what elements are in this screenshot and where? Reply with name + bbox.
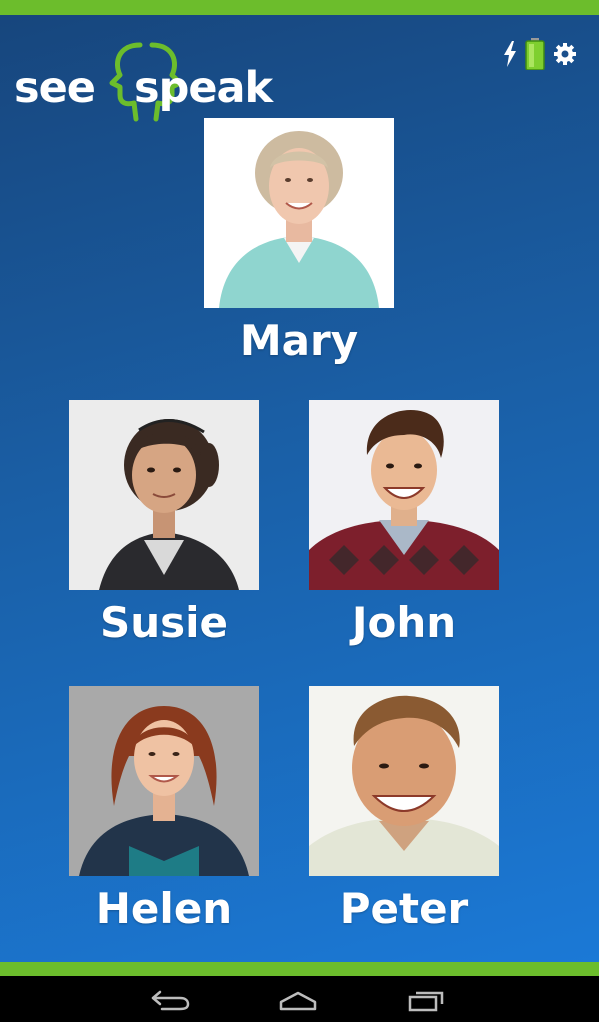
person-name: Mary <box>239 316 359 365</box>
recent-apps-icon[interactable] <box>404 988 448 1012</box>
person-card-mary[interactable]: Mary <box>204 118 394 362</box>
person-card-peter[interactable]: Peter <box>309 686 499 930</box>
person-photo[interactable] <box>69 400 259 590</box>
person-card-susie[interactable]: Susie <box>69 400 259 644</box>
logo-speak-text: speak <box>134 63 273 113</box>
logo-see-text: see <box>14 63 96 113</box>
person-name: Peter <box>339 884 469 933</box>
battery-icon <box>525 38 545 70</box>
person-photo[interactable] <box>309 400 499 590</box>
app-screen: see speak Mary Susie John Helen Peter <box>0 15 599 962</box>
person-photo[interactable] <box>309 686 499 876</box>
person-card-helen[interactable]: Helen <box>69 686 259 930</box>
top-accent-bar <box>0 0 599 15</box>
status-icons <box>503 37 577 71</box>
back-icon[interactable] <box>148 988 192 1012</box>
gear-icon[interactable] <box>553 42 577 66</box>
lightning-icon <box>503 41 517 67</box>
system-navigation-bar <box>0 976 599 1022</box>
person-name: Helen <box>95 884 233 933</box>
bottom-accent-bar <box>0 962 599 976</box>
person-photo[interactable] <box>204 118 394 308</box>
person-card-john[interactable]: John <box>309 400 499 644</box>
person-name: Susie <box>99 598 229 647</box>
home-icon[interactable] <box>276 988 320 1012</box>
app-logo: see speak <box>14 37 299 127</box>
person-photo[interactable] <box>69 686 259 876</box>
person-name: John <box>351 598 457 647</box>
